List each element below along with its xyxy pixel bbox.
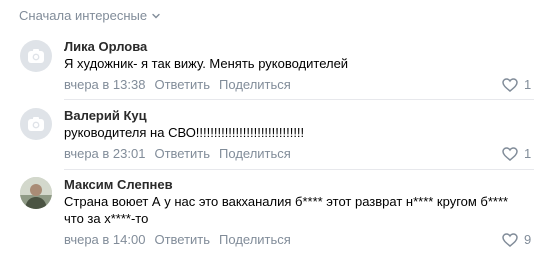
divider bbox=[64, 99, 534, 100]
heart-icon bbox=[502, 232, 518, 247]
sort-dropdown[interactable]: Сначала интересные bbox=[19, 8, 161, 23]
share-link[interactable]: Поделиться bbox=[219, 232, 291, 247]
like-button[interactable]: 1 bbox=[502, 146, 531, 161]
camera-placeholder-icon bbox=[28, 117, 44, 131]
avatar[interactable] bbox=[20, 177, 52, 209]
share-link[interactable]: Поделиться bbox=[219, 77, 291, 92]
comment-text-line: что за х****-то bbox=[64, 211, 149, 226]
like-button[interactable]: 9 bbox=[502, 232, 531, 247]
comment-author[interactable]: Максим Слепнев bbox=[64, 177, 173, 192]
chevron-down-icon bbox=[152, 13, 160, 18]
comment-text: Я художник- я так вижу. Менять руководит… bbox=[64, 56, 349, 71]
heart-icon bbox=[502, 77, 518, 92]
share-link[interactable]: Поделиться bbox=[219, 146, 291, 161]
comment-author[interactable]: Валерий Куц bbox=[64, 108, 147, 123]
comment-date[interactable]: вчера в 13:38 bbox=[64, 77, 145, 92]
heart-icon bbox=[502, 146, 518, 161]
comment-meta: вчера в 23:01 Ответить Поделиться bbox=[64, 146, 291, 161]
comment-date[interactable]: вчера в 14:00 bbox=[64, 232, 145, 247]
comment-meta: вчера в 14:00 Ответить Поделиться bbox=[64, 232, 291, 247]
avatar[interactable] bbox=[20, 40, 52, 72]
avatar[interactable] bbox=[20, 108, 52, 140]
comment-text: руководителя на СВО!!!!!!!!!!!!!!!!!!!!!… bbox=[64, 125, 305, 140]
reply-link[interactable]: Ответить bbox=[154, 77, 210, 92]
camera-placeholder-icon bbox=[28, 49, 44, 63]
sort-label: Сначала интересные bbox=[19, 8, 148, 23]
like-button[interactable]: 1 bbox=[502, 77, 531, 92]
like-count: 9 bbox=[524, 232, 532, 247]
like-count: 1 bbox=[524, 77, 532, 92]
comment-meta: вчера в 13:38 Ответить Поделиться bbox=[64, 77, 291, 92]
comment-date[interactable]: вчера в 23:01 bbox=[64, 146, 145, 161]
reply-link[interactable]: Ответить bbox=[154, 146, 210, 161]
comment-author[interactable]: Лика Орлова bbox=[64, 39, 147, 54]
comment-text: Страна воюет А у нас это вакханалия б***… bbox=[64, 193, 534, 227]
comment-text-line: Страна воюет А у нас это вакханалия б***… bbox=[64, 194, 509, 209]
reply-link[interactable]: Ответить bbox=[154, 232, 210, 247]
like-count: 1 bbox=[524, 146, 532, 161]
user-photo bbox=[20, 177, 52, 209]
divider bbox=[64, 169, 534, 170]
